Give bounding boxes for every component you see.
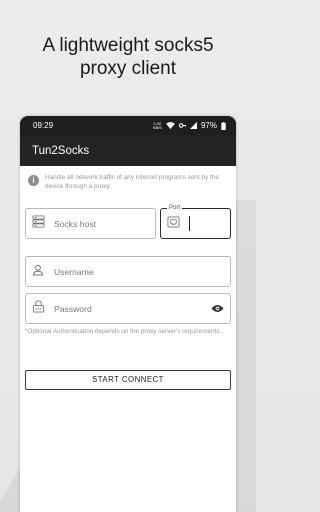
port-label: Port <box>167 204 183 212</box>
server-icon <box>32 214 45 233</box>
eye-icon[interactable] <box>211 300 224 318</box>
signal-icon <box>189 122 197 129</box>
person-icon <box>32 263 44 281</box>
socks-host-field[interactable]: Socks host <box>25 208 156 239</box>
info-icon: i <box>28 175 39 186</box>
promo-headline: A lightweight socks5 proxy client <box>0 34 256 80</box>
username-field[interactable]: Username <box>25 256 231 287</box>
port-field[interactable]: Port <box>160 204 231 239</box>
info-text: Handle all network traffic of any intern… <box>45 174 219 190</box>
wifi-icon <box>166 122 175 129</box>
status-right: 0.00 KB/S 97% <box>153 121 226 130</box>
phone-screen: 09:29 0.00 KB/S 97% Tun2Socks i Handle a… <box>20 116 236 512</box>
headline-line-1: A lightweight socks5 <box>42 35 214 56</box>
headline-line-2: proxy client <box>79 58 177 79</box>
info-banner: i Handle all network traffic of any inte… <box>20 166 236 196</box>
app-bar: Tun2Socks <box>20 135 236 166</box>
text-cursor <box>189 216 190 231</box>
auth-note: *Optional Authentication depends on the … <box>25 328 222 335</box>
start-connect-button[interactable]: START CONNECT <box>25 370 231 390</box>
data-rate-unit: KB/S <box>152 124 162 130</box>
password-placeholder: Password <box>54 303 92 314</box>
status-time: 09:29 <box>33 121 54 130</box>
username-placeholder: Username <box>54 266 94 277</box>
socks-host-placeholder: Socks host <box>54 218 97 229</box>
lock-icon <box>32 299 45 318</box>
battery-icon <box>221 121 226 130</box>
key-icon <box>178 122 186 129</box>
ethernet-port-icon <box>167 215 180 233</box>
app-title: Tun2Socks <box>32 144 90 157</box>
status-bar: 09:29 0.00 KB/S 97% <box>20 116 236 135</box>
password-field[interactable]: Password <box>25 293 231 324</box>
battery-percent: 97% <box>200 121 217 130</box>
data-rate: 0.00 KB/S <box>152 121 162 130</box>
